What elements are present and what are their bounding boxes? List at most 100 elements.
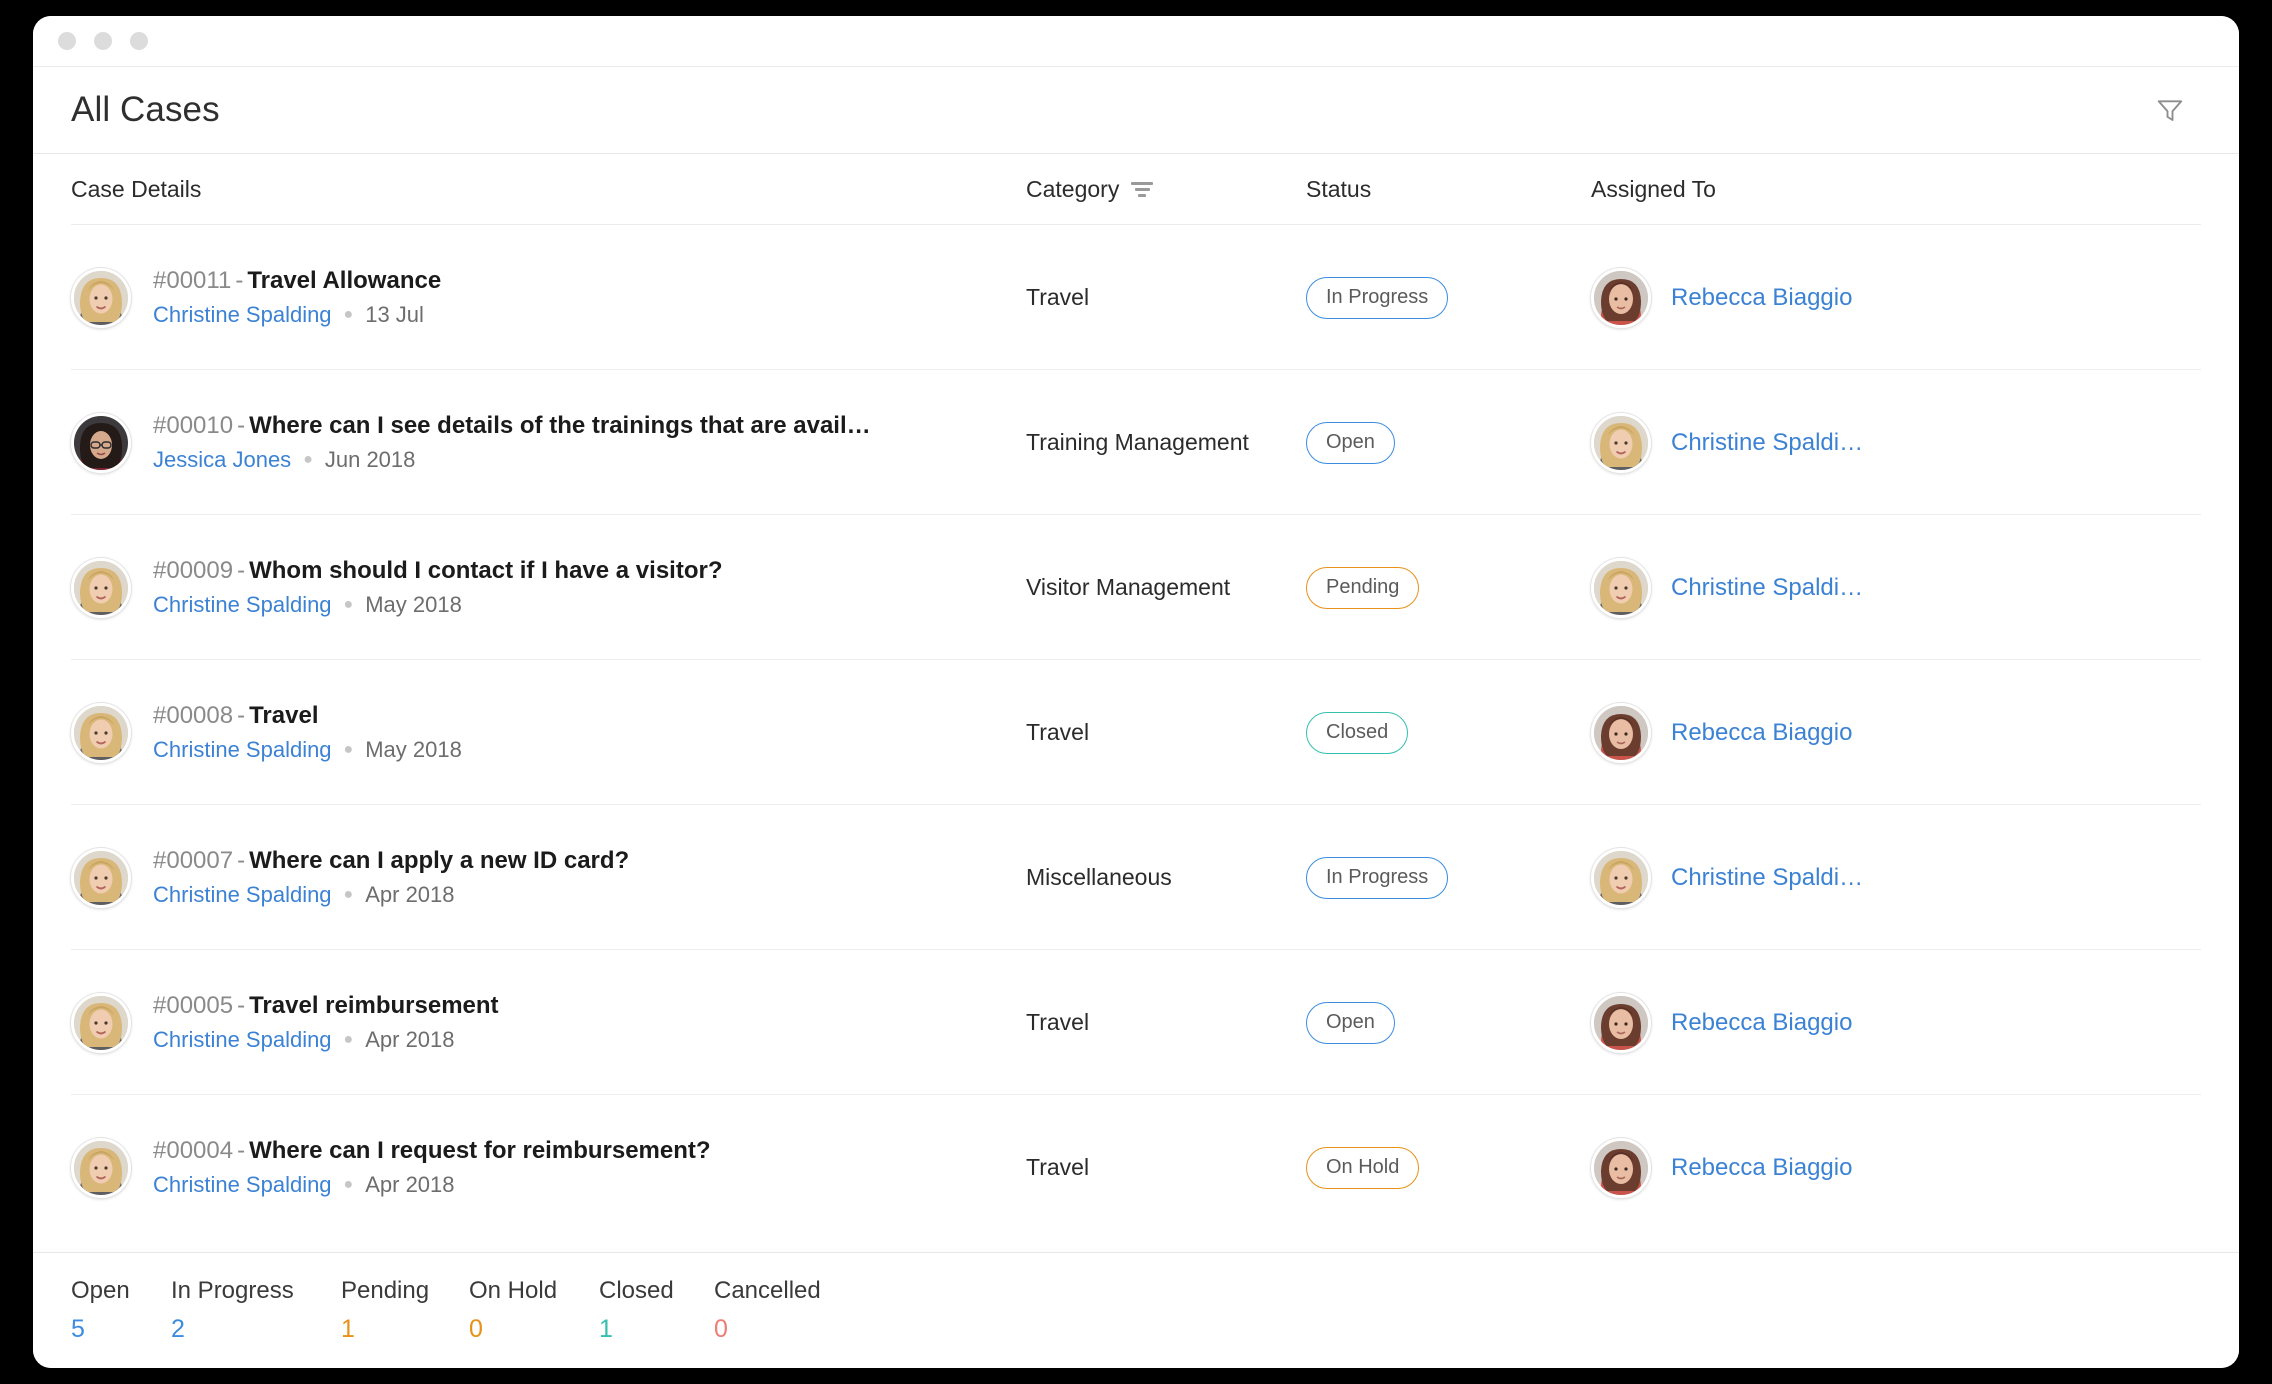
status-badge[interactable]: Closed xyxy=(1306,712,1408,754)
avatar xyxy=(1591,848,1651,908)
table-column-headers: Case Details Category Status Assigned To xyxy=(33,154,2239,224)
avatar xyxy=(71,848,131,908)
status-summary-item[interactable]: On Hold0 xyxy=(469,1277,599,1344)
case-separator: - xyxy=(237,412,245,439)
status-summary-label: Closed xyxy=(599,1277,714,1305)
status-summary-count: 0 xyxy=(714,1315,844,1344)
window-titlebar xyxy=(33,16,2239,66)
bullet-separator-icon: ● xyxy=(344,1031,354,1049)
category-cell: Visitor Management xyxy=(1026,574,1306,601)
case-id: #00008 xyxy=(153,702,233,729)
assignee-link[interactable]: Christine Spaldi… xyxy=(1671,574,1863,602)
avatar xyxy=(1591,268,1651,328)
case-title-line: #00009-Whom should I contact if I have a… xyxy=(153,558,722,584)
status-summary-label: In Progress xyxy=(171,1277,341,1305)
status-cell: On Hold xyxy=(1306,1147,1591,1189)
sort-descending-icon[interactable] xyxy=(1131,182,1153,197)
bullet-separator-icon: ● xyxy=(344,886,354,904)
assigned-to-cell: Rebecca Biaggio xyxy=(1591,703,2201,763)
bullet-separator-icon: ● xyxy=(344,596,354,614)
case-date: 13 Jul xyxy=(365,303,424,327)
assignee-link[interactable]: Rebecca Biaggio xyxy=(1671,719,1852,747)
avatar xyxy=(71,1138,131,1198)
case-owner-link[interactable]: Christine Spalding xyxy=(153,1028,332,1052)
status-cell: In Progress xyxy=(1306,277,1591,319)
case-separator: - xyxy=(237,992,245,1019)
status-summary-footer: Open5In Progress2Pending1On Hold0Closed 1… xyxy=(33,1253,2239,1368)
case-owner-link[interactable]: Christine Spalding xyxy=(153,1173,332,1197)
case-separator: - xyxy=(237,702,245,729)
status-summary-label: Open xyxy=(71,1277,171,1305)
case-details-cell: #00010-Where can I see details of the tr… xyxy=(71,413,1026,473)
column-header-status: Status xyxy=(1306,176,1591,203)
status-summary-label: Pending xyxy=(341,1277,469,1305)
table-row[interactable]: #00007-Where can I apply a new ID card? C… xyxy=(33,805,2239,950)
case-separator: - xyxy=(235,267,243,294)
assignee-link[interactable]: Christine Spaldi… xyxy=(1671,429,1863,457)
status-badge[interactable]: Open xyxy=(1306,1002,1395,1044)
traffic-light-maximize-icon[interactable] xyxy=(130,32,148,50)
table-row[interactable]: #00010-Where can I see details of the tr… xyxy=(33,370,2239,515)
case-meta-line: Christine Spalding●Apr 2018 xyxy=(153,1028,499,1052)
case-subject[interactable]: Where can I apply a new ID card? xyxy=(249,847,629,874)
status-cell: Pending xyxy=(1306,567,1591,609)
case-subject[interactable]: Travel reimbursement xyxy=(249,992,498,1019)
status-cell: Open xyxy=(1306,422,1591,464)
status-badge[interactable]: Open xyxy=(1306,422,1395,464)
case-subject[interactable]: Where can I request for reimbursement? xyxy=(249,1137,710,1164)
column-header-category: Category xyxy=(1026,176,1306,203)
case-date: Jun 2018 xyxy=(325,448,416,472)
status-summary-item[interactable]: Open5 xyxy=(71,1277,171,1344)
status-summary-item[interactable]: Pending1 xyxy=(341,1277,469,1344)
status-cell: Closed xyxy=(1306,712,1591,754)
app-window: All Cases Case Details Category Status A… xyxy=(33,16,2239,1368)
case-id: #00005 xyxy=(153,992,233,1019)
assignee-link[interactable]: Rebecca Biaggio xyxy=(1671,1009,1852,1037)
case-meta-line: Christine Spalding●Apr 2018 xyxy=(153,883,629,907)
filter-funnel-icon[interactable] xyxy=(2153,93,2187,127)
case-meta-line: Christine Spalding●May 2018 xyxy=(153,593,722,617)
bullet-separator-icon: ● xyxy=(303,451,313,469)
status-summary-count: 0 xyxy=(469,1315,599,1344)
avatar xyxy=(1591,993,1651,1053)
case-owner-link[interactable]: Christine Spalding xyxy=(153,883,332,907)
case-id: #00007 xyxy=(153,847,233,874)
case-owner-link[interactable]: Christine Spalding xyxy=(153,738,332,762)
assignee-link[interactable]: Christine Spaldi… xyxy=(1671,864,1863,892)
table-row[interactable]: #00005-Travel reimbursement Christine Spa… xyxy=(33,950,2239,1095)
status-badge[interactable]: On Hold xyxy=(1306,1147,1419,1189)
case-subject[interactable]: Travel Allowance xyxy=(247,267,441,294)
case-owner-link[interactable]: Christine Spalding xyxy=(153,593,332,617)
status-summary-item[interactable]: In Progress2 xyxy=(171,1277,341,1344)
assignee-link[interactable]: Rebecca Biaggio xyxy=(1671,284,1852,312)
status-badge[interactable]: In Progress xyxy=(1306,857,1448,899)
case-id: #00009 xyxy=(153,557,233,584)
status-badge[interactable]: Pending xyxy=(1306,567,1419,609)
case-subject[interactable]: Travel xyxy=(249,702,318,729)
avatar xyxy=(1591,558,1651,618)
traffic-light-minimize-icon[interactable] xyxy=(94,32,112,50)
status-summary-count: 1 xyxy=(599,1315,714,1344)
traffic-light-close-icon[interactable] xyxy=(58,32,76,50)
category-cell: Training Management xyxy=(1026,429,1306,456)
case-subject[interactable]: Whom should I contact if I have a visito… xyxy=(249,557,722,584)
case-separator: - xyxy=(237,847,245,874)
table-row[interactable]: #00009-Whom should I contact if I have a… xyxy=(33,515,2239,660)
case-owner-link[interactable]: Jessica Jones xyxy=(153,448,291,472)
status-summary-item[interactable]: Cancelled0 xyxy=(714,1277,844,1344)
avatar xyxy=(71,268,131,328)
case-title-line: #00004-Where can I request for reimburse… xyxy=(153,1138,711,1164)
status-badge[interactable]: In Progress xyxy=(1306,277,1448,319)
category-cell: Miscellaneous xyxy=(1026,864,1306,891)
table-row[interactable]: #00004-Where can I request for reimburse… xyxy=(33,1095,2239,1240)
table-row[interactable]: #00011-Travel Allowance Christine Spaldin… xyxy=(33,225,2239,370)
case-subject[interactable]: Where can I see details of the trainings… xyxy=(249,412,871,439)
category-cell: Travel xyxy=(1026,719,1306,746)
case-id: #00011 xyxy=(153,267,231,294)
status-summary-item[interactable]: Closed 1 xyxy=(599,1277,714,1344)
case-meta-line: Christine Spalding●13 Jul xyxy=(153,303,441,327)
table-row[interactable]: #00008-TravelChristine Spalding●May 2018… xyxy=(33,660,2239,805)
case-date: Apr 2018 xyxy=(365,1173,454,1197)
assignee-link[interactable]: Rebecca Biaggio xyxy=(1671,1154,1852,1182)
case-owner-link[interactable]: Christine Spalding xyxy=(153,303,332,327)
